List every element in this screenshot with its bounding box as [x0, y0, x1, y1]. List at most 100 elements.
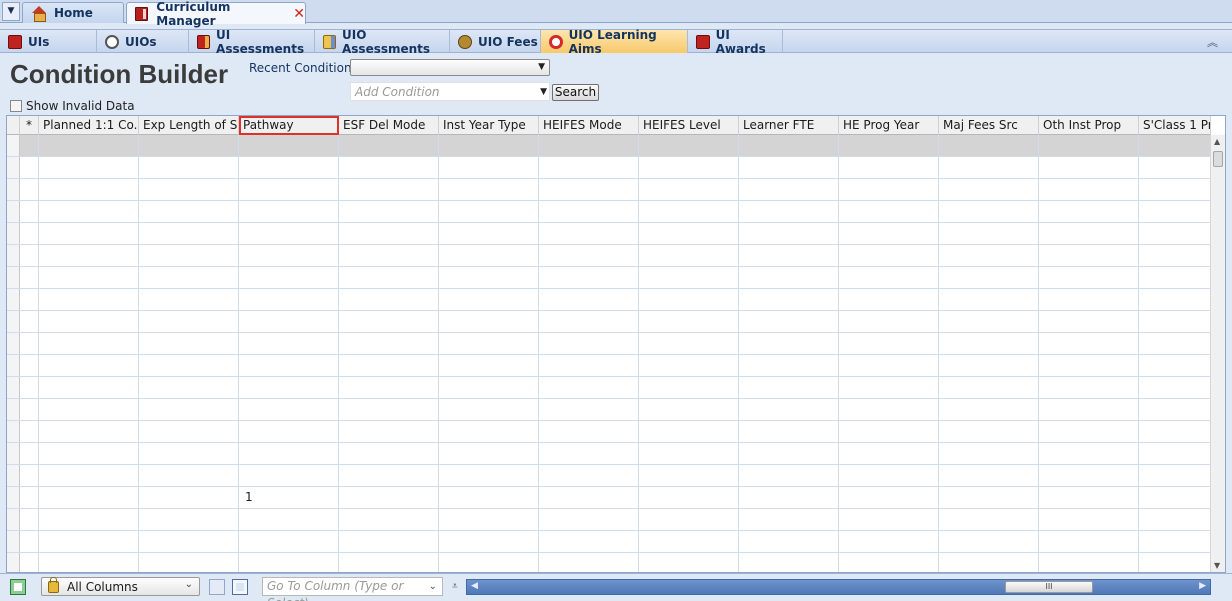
table-row[interactable]: [7, 157, 1211, 179]
row-marker-cell[interactable]: [20, 135, 39, 156]
table-cell[interactable]: [439, 355, 539, 376]
table-cell[interactable]: [839, 531, 939, 552]
row-header-cell[interactable]: [7, 289, 20, 310]
table-cell[interactable]: [1139, 531, 1211, 552]
table-cell[interactable]: [139, 377, 239, 398]
table-cell[interactable]: [639, 223, 739, 244]
table-cell[interactable]: [839, 377, 939, 398]
table-cell[interactable]: [339, 135, 439, 156]
table-row[interactable]: [7, 377, 1211, 399]
table-cell[interactable]: [39, 223, 139, 244]
table-cell[interactable]: [1039, 509, 1139, 530]
table-cell[interactable]: [1139, 135, 1211, 156]
table-cell[interactable]: [839, 333, 939, 354]
table-cell[interactable]: [239, 179, 339, 200]
tab-ui-assessments[interactable]: UI Assessments: [189, 28, 315, 56]
table-cell[interactable]: [239, 157, 339, 178]
table-cell[interactable]: [939, 135, 1039, 156]
table-cell[interactable]: [239, 289, 339, 310]
table-cell[interactable]: [339, 245, 439, 266]
table-cell[interactable]: [339, 421, 439, 442]
row-header-cell[interactable]: [7, 531, 20, 552]
table-cell[interactable]: [339, 355, 439, 376]
table-cell[interactable]: [739, 531, 839, 552]
table-cell[interactable]: [639, 311, 739, 332]
table-cell[interactable]: [939, 245, 1039, 266]
table-cell[interactable]: [439, 465, 539, 486]
table-cell[interactable]: [539, 465, 639, 486]
table-cell[interactable]: [939, 157, 1039, 178]
table-cell[interactable]: [739, 421, 839, 442]
table-cell[interactable]: [1139, 333, 1211, 354]
table-cell[interactable]: [739, 377, 839, 398]
table-cell[interactable]: [439, 553, 539, 572]
tab-list-dropdown-icon[interactable]: ▼: [2, 2, 20, 21]
table-cell[interactable]: [939, 201, 1039, 222]
table-cell[interactable]: [239, 553, 339, 572]
table-cell[interactable]: [139, 333, 239, 354]
table-cell[interactable]: [939, 399, 1039, 420]
table-cell[interactable]: [639, 267, 739, 288]
table-cell[interactable]: [439, 289, 539, 310]
table-cell[interactable]: [1139, 157, 1211, 178]
table-cell[interactable]: [139, 135, 239, 156]
row-marker-cell[interactable]: [20, 333, 39, 354]
column-header-planned[interactable]: Planned 1:1 Co...: [39, 116, 139, 135]
table-cell[interactable]: [1139, 201, 1211, 222]
table-cell[interactable]: [439, 245, 539, 266]
table-cell[interactable]: [139, 289, 239, 310]
row-header-cell[interactable]: [7, 487, 20, 508]
table-cell[interactable]: [1039, 487, 1139, 508]
table-cell[interactable]: [239, 443, 339, 464]
table-cell[interactable]: [239, 245, 339, 266]
table-cell[interactable]: [239, 531, 339, 552]
table-cell[interactable]: [39, 399, 139, 420]
row-header-cell[interactable]: [7, 179, 20, 200]
row-marker-cell[interactable]: [20, 201, 39, 222]
table-row[interactable]: [7, 399, 1211, 421]
table-cell[interactable]: [39, 377, 139, 398]
table-cell[interactable]: [1039, 267, 1139, 288]
table-cell[interactable]: [39, 311, 139, 332]
table-cell[interactable]: [539, 223, 639, 244]
row-header-cell[interactable]: [7, 157, 20, 178]
table-cell[interactable]: [1039, 443, 1139, 464]
table-row[interactable]: [7, 443, 1211, 465]
row-header-cell[interactable]: [7, 267, 20, 288]
row-header-cell[interactable]: [7, 245, 20, 266]
table-cell[interactable]: [539, 487, 639, 508]
table-row[interactable]: [7, 201, 1211, 223]
table-cell[interactable]: [639, 531, 739, 552]
table-cell[interactable]: [939, 311, 1039, 332]
table-cell[interactable]: [839, 135, 939, 156]
table-cell[interactable]: [1139, 553, 1211, 572]
table-cell[interactable]: [639, 333, 739, 354]
table-cell[interactable]: [739, 553, 839, 572]
row-marker-cell[interactable]: [20, 223, 39, 244]
row-header-cell[interactable]: [7, 135, 20, 156]
table-row[interactable]: [7, 553, 1211, 572]
table-cell[interactable]: [339, 553, 439, 572]
table-cell[interactable]: [139, 245, 239, 266]
table-cell[interactable]: [239, 399, 339, 420]
row-marker-cell[interactable]: [20, 421, 39, 442]
table-cell[interactable]: [439, 311, 539, 332]
table-cell[interactable]: [1139, 311, 1211, 332]
table-cell[interactable]: [539, 311, 639, 332]
table-cell[interactable]: [639, 487, 739, 508]
table-cell[interactable]: [439, 377, 539, 398]
table-cell[interactable]: [539, 355, 639, 376]
table-cell[interactable]: [39, 531, 139, 552]
table-cell[interactable]: [239, 311, 339, 332]
table-cell[interactable]: [939, 443, 1039, 464]
horizontal-scrollbar[interactable]: ◀ III ▶: [466, 579, 1211, 595]
table-cell[interactable]: [239, 201, 339, 222]
table-cell[interactable]: [839, 443, 939, 464]
table-cell[interactable]: [639, 399, 739, 420]
table-cell[interactable]: [139, 509, 239, 530]
table-cell[interactable]: [439, 443, 539, 464]
table-cell[interactable]: [739, 487, 839, 508]
table-cell[interactable]: [839, 179, 939, 200]
table-cell[interactable]: [739, 201, 839, 222]
table-cell[interactable]: [639, 355, 739, 376]
